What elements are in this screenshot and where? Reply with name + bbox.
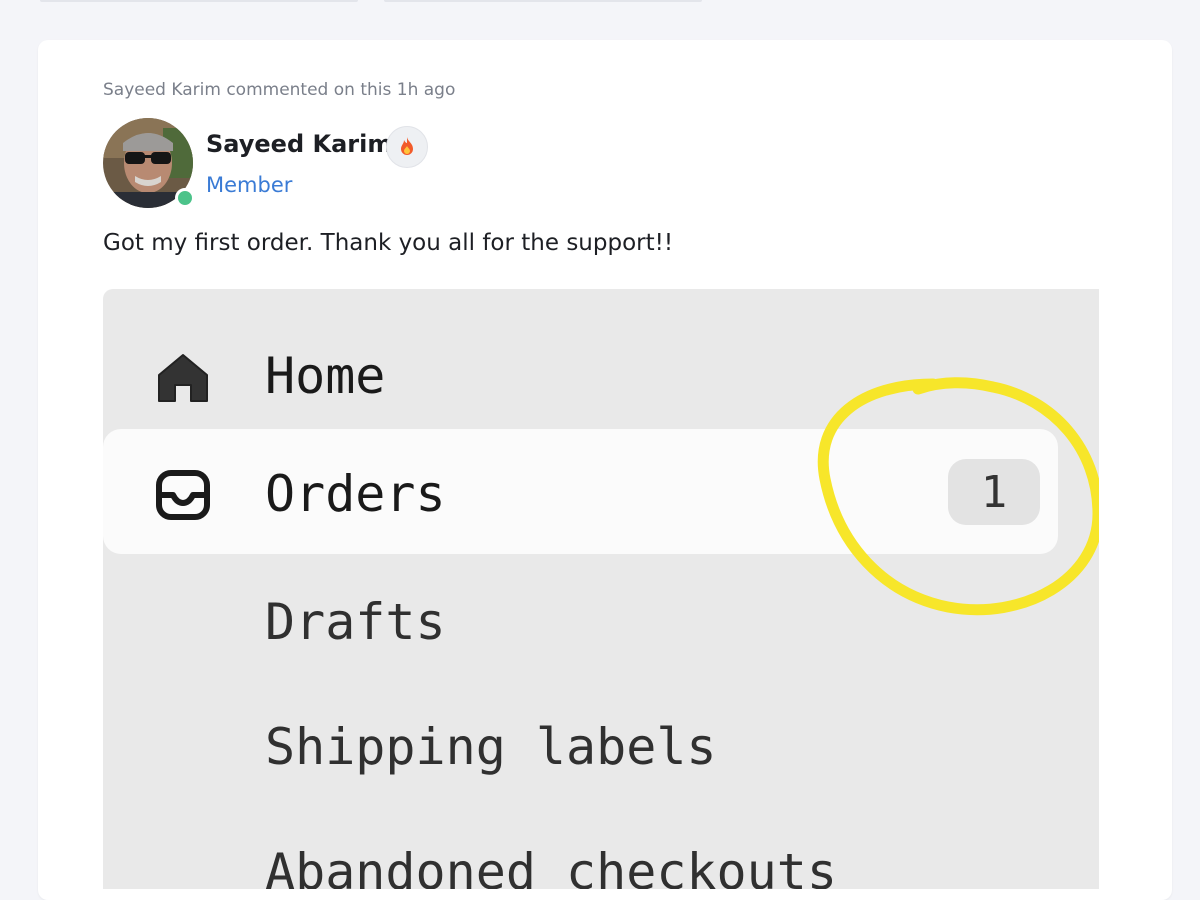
top-tab-right[interactable] bbox=[384, 0, 702, 2]
author-name[interactable]: Sayeed Karim bbox=[206, 130, 392, 158]
nav-item-abandoned-checkouts: Abandoned checkouts bbox=[103, 809, 1099, 889]
fire-icon bbox=[401, 137, 413, 155]
inbox-icon bbox=[156, 470, 210, 520]
nav-item-shipping-labels: Shipping labels bbox=[103, 684, 1099, 804]
nav-label-abandoned-checkouts: Abandoned checkouts bbox=[265, 843, 837, 889]
online-status-dot bbox=[175, 188, 195, 208]
top-tab-left[interactable] bbox=[40, 0, 358, 2]
nav-label-orders: Orders bbox=[265, 465, 446, 523]
orders-count-badge: 1 bbox=[948, 459, 1040, 525]
nav-item-home: Home bbox=[103, 309, 1099, 429]
nav-label-drafts: Drafts bbox=[265, 593, 446, 651]
nav-item-drafts: Drafts bbox=[103, 559, 1099, 679]
author-role[interactable]: Member bbox=[206, 173, 292, 197]
attached-screenshot[interactable]: Home Orders 1 Drafts Shipping labels Aba… bbox=[103, 289, 1099, 889]
nav-label-home: Home bbox=[265, 347, 386, 405]
avatar[interactable] bbox=[103, 118, 195, 208]
comment-card: Sayeed Karim commented on this 1h ago Sa… bbox=[38, 40, 1172, 900]
comment-body: Got my first order. Thank you all for th… bbox=[103, 230, 674, 256]
home-icon bbox=[158, 354, 208, 402]
nav-item-orders: Orders 1 bbox=[103, 429, 1058, 554]
fire-badge[interactable] bbox=[386, 126, 428, 168]
nav-label-shipping-labels: Shipping labels bbox=[265, 718, 717, 776]
comment-meta: Sayeed Karim commented on this 1h ago bbox=[103, 80, 456, 100]
